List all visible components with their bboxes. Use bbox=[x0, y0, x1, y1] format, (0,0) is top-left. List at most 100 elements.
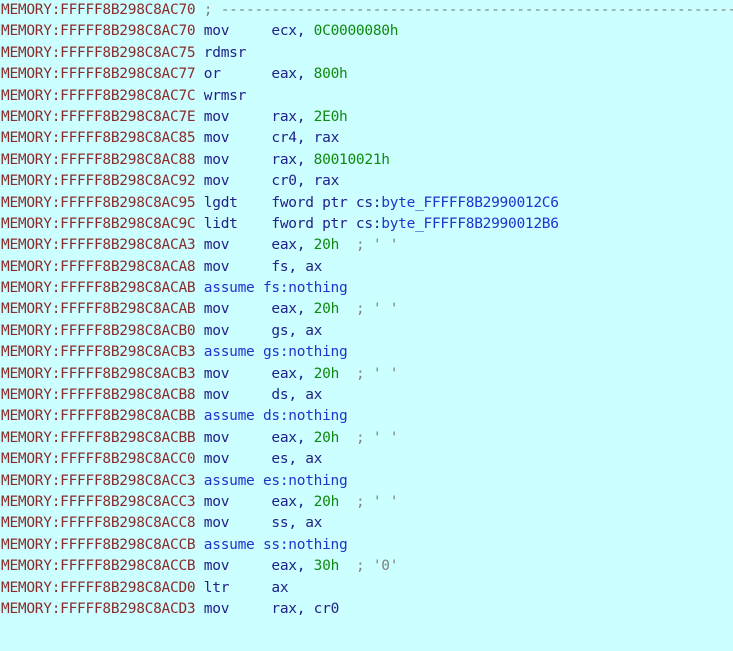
assume-directive[interactable]: assume ds:nothing bbox=[204, 408, 348, 424]
disasm-line[interactable]: MEMORY:FFFFF8B298C8ACC8 mov ss, ax bbox=[0, 513, 733, 534]
disasm-line[interactable]: MEMORY:FFFFF8B298C8ACC0 mov es, ax bbox=[0, 449, 733, 470]
address-prefix[interactable]: MEMORY:FFFFF8B298C8AC75 bbox=[1, 45, 204, 61]
instruction-mnemonic[interactable]: mov bbox=[204, 301, 272, 317]
instruction-mnemonic[interactable]: rdmsr bbox=[204, 45, 247, 61]
address-prefix[interactable]: MEMORY:FFFFF8B298C8ACAB bbox=[1, 280, 204, 296]
operand-destination[interactable]: cr4 bbox=[271, 130, 297, 146]
disasm-line[interactable]: MEMORY:FFFFF8B298C8AC9C lidt fword ptr c… bbox=[0, 214, 733, 235]
disasm-line[interactable]: MEMORY:FFFFF8B298C8ACB3 mov eax, 20h ; '… bbox=[0, 364, 733, 385]
address-prefix[interactable]: MEMORY:FFFFF8B298C8AC77 bbox=[1, 66, 204, 82]
instruction-mnemonic[interactable]: mov bbox=[204, 387, 272, 403]
instruction-mnemonic[interactable]: mov bbox=[204, 173, 272, 189]
address-prefix[interactable]: MEMORY:FFFFF8B298C8ACCB bbox=[1, 558, 204, 574]
instruction-mnemonic[interactable]: mov bbox=[204, 366, 272, 382]
disassembly-view[interactable]: MEMORY:FFFFF8B298C8AC70 ; --------------… bbox=[0, 0, 733, 651]
operand-immediate[interactable]: 20h bbox=[314, 494, 340, 510]
disasm-line[interactable]: MEMORY:FFFFF8B298C8AC77 or eax, 800h bbox=[0, 64, 733, 85]
assume-directive[interactable]: assume ss:nothing bbox=[204, 537, 348, 553]
operand-immediate[interactable]: 800h bbox=[314, 66, 348, 82]
disasm-line[interactable]: MEMORY:FFFFF8B298C8ACB3 assume gs:nothin… bbox=[0, 342, 733, 363]
address-prefix[interactable]: MEMORY:FFFFF8B298C8AC9C bbox=[1, 216, 204, 232]
disasm-line[interactable]: MEMORY:FFFFF8B298C8ACCB mov eax, 30h ; '… bbox=[0, 556, 733, 577]
disasm-line[interactable]: MEMORY:FFFFF8B298C8ACA8 mov fs, ax bbox=[0, 257, 733, 278]
address-prefix[interactable]: MEMORY:FFFFF8B298C8ACC8 bbox=[1, 515, 204, 531]
disasm-line[interactable]: MEMORY:FFFFF8B298C8ACD0 ltr ax bbox=[0, 578, 733, 599]
disasm-line[interactable]: MEMORY:FFFFF8B298C8AC7E mov rax, 2E0h bbox=[0, 107, 733, 128]
disasm-line[interactable]: MEMORY:FFFFF8B298C8AC85 mov cr4, rax bbox=[0, 128, 733, 149]
operand-destination[interactable]: eax bbox=[271, 494, 297, 510]
assume-directive[interactable]: assume gs:nothing bbox=[204, 344, 348, 360]
disasm-line[interactable]: MEMORY:FFFFF8B298C8AC70 mov ecx, 0C00000… bbox=[0, 21, 733, 42]
operand-destination[interactable]: rax bbox=[271, 109, 297, 125]
instruction-mnemonic[interactable]: mov bbox=[204, 601, 272, 617]
operand-source[interactable]: rax bbox=[314, 173, 340, 189]
operand-destination[interactable]: gs bbox=[271, 323, 288, 339]
operand-source[interactable]: ax bbox=[305, 259, 322, 275]
assume-directive[interactable]: assume es:nothing bbox=[204, 473, 348, 489]
inline-comment[interactable]: ; ' ' bbox=[356, 301, 399, 317]
operand-immediate[interactable]: 20h bbox=[314, 366, 340, 382]
instruction-mnemonic[interactable]: mov bbox=[204, 237, 272, 253]
disasm-line[interactable]: MEMORY:FFFFF8B298C8AC88 mov rax, 8001002… bbox=[0, 150, 733, 171]
inline-comment[interactable]: ; ' ' bbox=[356, 366, 399, 382]
operand-destination[interactable]: ss bbox=[271, 515, 288, 531]
address-prefix[interactable]: MEMORY:FFFFF8B298C8AC95 bbox=[1, 195, 204, 211]
operand-source[interactable]: ax bbox=[305, 323, 322, 339]
address-prefix[interactable]: MEMORY:FFFFF8B298C8ACC3 bbox=[1, 473, 204, 489]
instruction-mnemonic[interactable]: wrmsr bbox=[204, 88, 247, 104]
disasm-line[interactable]: MEMORY:FFFFF8B298C8ACA3 mov eax, 20h ; '… bbox=[0, 235, 733, 256]
instruction-mnemonic[interactable]: mov bbox=[204, 451, 272, 467]
operand-destination[interactable]: ds bbox=[271, 387, 288, 403]
operand-immediate[interactable]: 2E0h bbox=[314, 109, 348, 125]
address-prefix[interactable]: MEMORY:FFFFF8B298C8ACAB bbox=[1, 301, 204, 317]
operand-immediate[interactable]: 20h bbox=[314, 237, 340, 253]
operand-destination[interactable]: eax bbox=[271, 237, 297, 253]
disasm-line[interactable]: MEMORY:FFFFF8B298C8ACAB assume fs:nothin… bbox=[0, 278, 733, 299]
inline-comment[interactable]: ; '0' bbox=[356, 558, 399, 574]
assume-directive[interactable]: assume fs:nothing bbox=[204, 280, 348, 296]
disasm-line[interactable]: MEMORY:FFFFF8B298C8AC7C wrmsr bbox=[0, 86, 733, 107]
data-symbol-name[interactable]: byte_FFFFF8B2990012B6 bbox=[381, 216, 559, 232]
operand-destination[interactable]: eax bbox=[271, 366, 297, 382]
address-prefix[interactable]: MEMORY:FFFFF8B298C8ACD0 bbox=[1, 580, 204, 596]
operand-destination[interactable]: eax bbox=[271, 66, 297, 82]
operand-destination[interactable]: rax bbox=[271, 152, 297, 168]
disasm-line[interactable]: MEMORY:FFFFF8B298C8ACB8 mov ds, ax bbox=[0, 385, 733, 406]
instruction-mnemonic[interactable]: mov bbox=[204, 323, 272, 339]
address-prefix[interactable]: MEMORY:FFFFF8B298C8ACB8 bbox=[1, 387, 204, 403]
disasm-line[interactable]: MEMORY:FFFFF8B298C8ACB0 mov gs, ax bbox=[0, 321, 733, 342]
address-prefix[interactable]: MEMORY:FFFFF8B298C8ACB3 bbox=[1, 366, 204, 382]
operand-source[interactable]: ax bbox=[305, 387, 322, 403]
operand-destination[interactable]: ax bbox=[271, 580, 288, 596]
address-prefix[interactable]: MEMORY:FFFFF8B298C8ACCB bbox=[1, 537, 204, 553]
instruction-mnemonic[interactable]: mov bbox=[204, 494, 272, 510]
address-prefix[interactable]: MEMORY:FFFFF8B298C8AC70 bbox=[1, 23, 204, 39]
data-symbol-name[interactable]: byte_FFFFF8B2990012C6 bbox=[381, 195, 559, 211]
inline-comment[interactable]: ; ' ' bbox=[356, 430, 399, 446]
operand-destination[interactable]: eax bbox=[271, 430, 297, 446]
address-prefix[interactable]: MEMORY:FFFFF8B298C8ACBB bbox=[1, 430, 204, 446]
operand-destination[interactable]: fs bbox=[271, 259, 288, 275]
address-prefix[interactable]: MEMORY:FFFFF8B298C8AC70 bbox=[1, 2, 204, 18]
operand-immediate[interactable]: 20h bbox=[314, 430, 340, 446]
address-prefix[interactable]: MEMORY:FFFFF8B298C8AC88 bbox=[1, 152, 204, 168]
instruction-mnemonic[interactable]: or bbox=[204, 66, 272, 82]
operand-destination[interactable]: eax bbox=[271, 301, 297, 317]
disasm-line[interactable]: MEMORY:FFFFF8B298C8ACCB assume ss:nothin… bbox=[0, 535, 733, 556]
operand-source[interactable]: ax bbox=[305, 451, 322, 467]
operand-source[interactable]: cr0 bbox=[314, 601, 340, 617]
memory-operand-prefix[interactable]: fword ptr cs: bbox=[271, 195, 381, 211]
operand-destination[interactable]: cr0 bbox=[271, 173, 297, 189]
inline-comment[interactable]: ; ' ' bbox=[356, 237, 399, 253]
disasm-line[interactable]: MEMORY:FFFFF8B298C8AC75 rdmsr bbox=[0, 43, 733, 64]
address-prefix[interactable]: MEMORY:FFFFF8B298C8ACBB bbox=[1, 408, 204, 424]
memory-operand-prefix[interactable]: fword ptr cs: bbox=[271, 216, 381, 232]
address-prefix[interactable]: MEMORY:FFFFF8B298C8ACA8 bbox=[1, 259, 204, 275]
instruction-mnemonic[interactable]: mov bbox=[204, 515, 272, 531]
instruction-mnemonic[interactable]: lidt bbox=[204, 216, 272, 232]
address-prefix[interactable]: MEMORY:FFFFF8B298C8ACC3 bbox=[1, 494, 204, 510]
disasm-line[interactable]: MEMORY:FFFFF8B298C8ACC3 assume es:nothin… bbox=[0, 471, 733, 492]
disasm-line[interactable]: MEMORY:FFFFF8B298C8AC92 mov cr0, rax bbox=[0, 171, 733, 192]
address-prefix[interactable]: MEMORY:FFFFF8B298C8ACB3 bbox=[1, 344, 204, 360]
operand-immediate[interactable]: 0C0000080h bbox=[314, 23, 399, 39]
